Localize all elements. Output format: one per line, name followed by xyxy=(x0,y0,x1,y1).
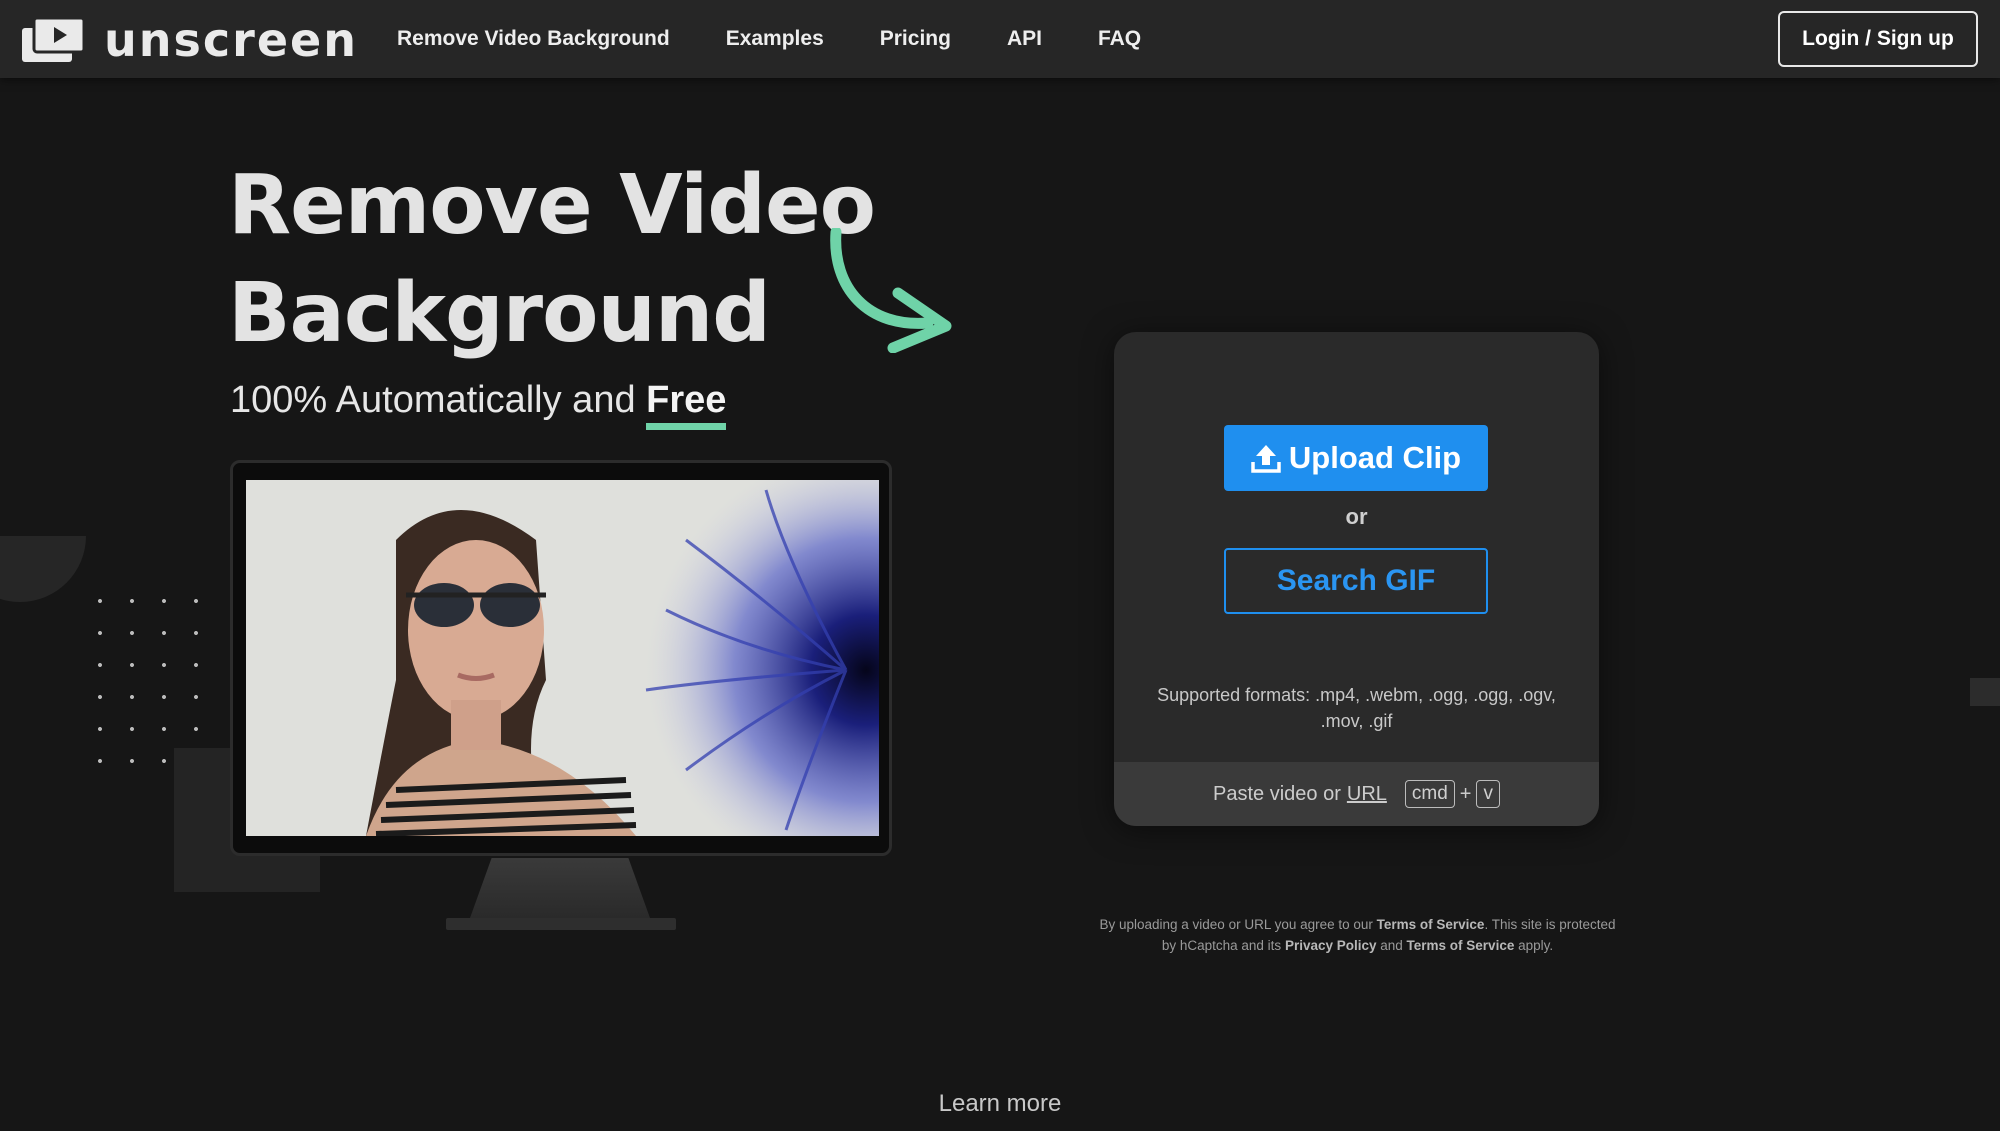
brand-name: unscreen xyxy=(104,13,358,67)
hero-subtitle-free: Free xyxy=(646,374,727,430)
demo-monitor xyxy=(230,460,892,856)
brand-logo[interactable]: unscreen xyxy=(22,13,358,67)
hero-title: Remove Video Background xyxy=(228,152,928,368)
nav-links: Remove Video Background Examples Pricing… xyxy=(397,22,1197,56)
monitor-stand-base xyxy=(446,918,676,930)
paste-url-link[interactable]: URL xyxy=(1347,783,1387,806)
supported-formats: Supported formats: .mp4, .webm, .ogg, .o… xyxy=(1144,682,1569,734)
terms-of-service-link-2[interactable]: Terms of Service xyxy=(1407,938,1515,953)
terms-text-5: apply. xyxy=(1514,938,1554,953)
paste-bar[interactable]: Paste video or URL cmd + v xyxy=(1114,762,1599,826)
terms-text-1: By uploading a video or URL you agree to… xyxy=(1099,917,1377,932)
login-signup-button[interactable]: Login / Sign up xyxy=(1778,11,1978,67)
hero-title-line2: Background xyxy=(228,266,771,361)
search-gif-button[interactable]: Search GIF xyxy=(1224,548,1488,614)
v-key: v xyxy=(1476,780,1500,808)
cmd-key: cmd xyxy=(1404,780,1455,808)
plus-sign: + xyxy=(1459,782,1472,805)
nav-faq[interactable]: FAQ xyxy=(1098,22,1141,56)
upload-icon xyxy=(1251,445,1281,473)
terms-text-4: and xyxy=(1376,938,1407,953)
nav-examples[interactable]: Examples xyxy=(726,22,824,56)
hero-title-line1: Remove Video xyxy=(228,158,876,253)
upload-clip-button[interactable]: Upload Clip xyxy=(1224,425,1488,491)
upload-card: Upload Clip or Search GIF Supported form… xyxy=(1114,332,1599,826)
nav-api[interactable]: API xyxy=(1007,22,1042,56)
privacy-policy-link[interactable]: Privacy Policy xyxy=(1285,938,1377,953)
or-separator: or xyxy=(1345,504,1368,529)
hero-subtitle-prefix: 100% Automatically and xyxy=(230,379,647,421)
play-window-icon xyxy=(22,18,84,62)
supported-formats-line2: .mov, .gif xyxy=(1320,711,1393,731)
supported-formats-line1: Supported formats: .mp4, .webm, .ogg, .o… xyxy=(1157,685,1556,705)
terms-text-3: by hCaptcha and its xyxy=(1161,938,1285,953)
decorative-half-circle xyxy=(0,536,86,602)
demo-video xyxy=(246,480,879,836)
nav-pricing[interactable]: Pricing xyxy=(880,22,951,56)
terms-text-2: . This site is protected xyxy=(1484,917,1616,932)
hero-subtitle: 100% Automatically and Free xyxy=(230,374,727,430)
paste-prefix: Paste video or xyxy=(1213,782,1341,805)
terms-of-service-link[interactable]: Terms of Service xyxy=(1377,917,1485,932)
decorative-edge-tab xyxy=(1970,678,2000,706)
terms-notice: By uploading a video or URL you agree to… xyxy=(1090,914,1625,956)
nav-remove-video-background[interactable]: Remove Video Background xyxy=(397,22,670,56)
curved-arrow-icon xyxy=(830,228,952,353)
demo-video-image xyxy=(246,480,879,836)
upload-clip-label: Upload Clip xyxy=(1288,440,1462,475)
top-navbar: unscreen Remove Video Background Example… xyxy=(0,0,2000,78)
monitor-stand xyxy=(470,858,650,918)
learn-more-link[interactable]: Learn more xyxy=(0,1090,2000,1118)
